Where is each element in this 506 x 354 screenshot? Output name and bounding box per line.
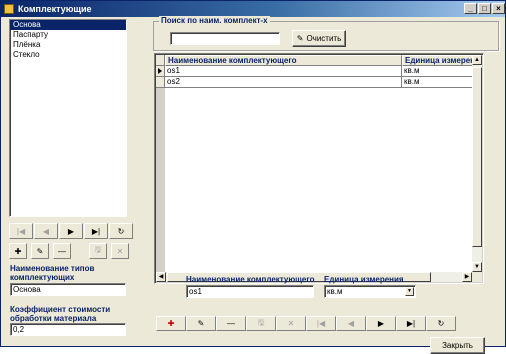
client-area: Основа Паспарту Плёнка Стекло |◀ ◀ ▶ ▶| … <box>1 16 505 354</box>
broom-icon: ✎ <box>296 34 304 43</box>
column-header-name[interactable]: Наименование комплектующего <box>165 55 402 66</box>
scroll-left-icon[interactable]: ◀ <box>156 272 166 282</box>
components-navigator: ✚ ✎ — 🖫 ✕ |◀ ◀ ▶ ▶| ↻ <box>156 316 456 331</box>
grid-corner-cell <box>156 55 165 66</box>
minimize-button[interactable]: _ <box>464 3 477 14</box>
close-button[interactable]: Закрыть <box>430 337 485 354</box>
table-row[interactable]: os1 кв.м <box>156 66 474 77</box>
scroll-up-icon[interactable]: ▲ <box>472 55 482 65</box>
delete-type-button[interactable]: — <box>53 243 71 259</box>
add-type-button[interactable]: ✚ <box>9 243 27 259</box>
clear-search-label: Очистить <box>306 34 342 43</box>
components-grid[interactable]: Наименование комплектующего Единица изме… <box>154 53 484 284</box>
unit-label: Единица измерения <box>324 275 404 284</box>
search-group-legend: Поиск по наим. комплект-х <box>159 16 270 25</box>
last-record-button[interactable]: ▶| <box>84 223 108 239</box>
title-bar[interactable]: Комплектующие _ □ × <box>1 1 505 17</box>
unit-select-value: кв.м <box>327 287 343 296</box>
row-indicator[interactable] <box>156 77 165 88</box>
next-record-button[interactable]: ▶ <box>59 223 83 239</box>
types-navigator: |◀ ◀ ▶ ▶| ↻ <box>9 223 134 239</box>
cancel-component-button[interactable]: ✕ <box>276 316 306 331</box>
type-name-field[interactable]: Основа <box>10 283 126 296</box>
column-header-unit[interactable]: Единица измерения <box>402 55 474 66</box>
last-component-button[interactable]: ▶| <box>396 316 426 331</box>
refresh-button[interactable]: ↻ <box>109 223 133 239</box>
grid-cell-name[interactable]: os2 <box>165 77 402 88</box>
add-component-button[interactable]: ✚ <box>156 316 186 331</box>
row-indicator[interactable] <box>156 66 165 77</box>
main-window: Комплектующие _ □ × Основа Паспарту Плён… <box>0 0 506 354</box>
vertical-scroll-thumb[interactable] <box>472 67 482 247</box>
current-row-arrow-icon <box>158 68 162 74</box>
chevron-down-icon[interactable]: ▼ <box>405 287 414 296</box>
search-group: Поиск по наим. комплект-х ✎ Очистить <box>153 16 499 51</box>
close-window-button[interactable]: × <box>492 3 505 14</box>
delete-component-button[interactable]: — <box>216 316 246 331</box>
cancel-type-button[interactable]: ✕ <box>111 243 129 259</box>
types-list-item[interactable]: Стекло <box>10 50 126 60</box>
types-list-item[interactable]: Паспарту <box>10 30 126 40</box>
scroll-down-icon[interactable]: ▼ <box>472 262 482 272</box>
grid-vertical-scrollbar[interactable]: ▲ ▼ <box>472 55 482 272</box>
grid-cell-unit[interactable]: кв.м <box>402 66 474 77</box>
next-component-button[interactable]: ▶ <box>366 316 396 331</box>
first-record-button[interactable]: |◀ <box>9 223 33 239</box>
app-icon <box>4 4 14 14</box>
scroll-right-icon[interactable]: ▶ <box>462 272 472 282</box>
types-edit-toolbar: ✚ ✎ — 🖫 ✕ <box>9 243 130 259</box>
coefficient-field[interactable]: 0,2 <box>10 323 126 336</box>
window-title: Комплектующие <box>18 4 92 14</box>
grid-header: Наименование комплектующего Единица изме… <box>156 55 474 66</box>
first-component-button[interactable]: |◀ <box>306 316 336 331</box>
scrollbar-corner <box>472 272 482 282</box>
coefficient-label: Коэффициент стоимости обработки материал… <box>10 305 111 323</box>
save-component-button[interactable]: 🖫 <box>246 316 276 331</box>
type-name-label: Наименование типов комплектующих <box>10 264 95 282</box>
prev-record-button[interactable]: ◀ <box>34 223 58 239</box>
maximize-button[interactable]: □ <box>478 3 491 14</box>
grid-cell-unit[interactable]: кв.м <box>402 77 474 88</box>
clear-search-button[interactable]: ✎ Очистить <box>292 30 346 47</box>
grid-empty-area <box>165 88 472 272</box>
edit-component-button[interactable]: ✎ <box>186 316 216 331</box>
unit-select[interactable]: кв.м ▼ <box>324 285 416 298</box>
search-input[interactable] <box>170 32 280 45</box>
component-name-field[interactable]: os1 <box>186 285 314 298</box>
component-name-label: Наименование комплектующего <box>186 275 315 284</box>
types-list-item[interactable]: Плёнка <box>10 40 126 50</box>
table-row[interactable]: os2 кв.м <box>156 77 474 88</box>
types-list-item[interactable]: Основа <box>10 20 126 30</box>
edit-type-button[interactable]: ✎ <box>31 243 49 259</box>
types-listbox[interactable]: Основа Паспарту Плёнка Стекло <box>9 19 127 217</box>
prev-component-button[interactable]: ◀ <box>336 316 366 331</box>
grid-cell-name[interactable]: os1 <box>165 66 402 77</box>
save-type-button[interactable]: 🖫 <box>89 243 107 259</box>
refresh-components-button[interactable]: ↻ <box>426 316 456 331</box>
